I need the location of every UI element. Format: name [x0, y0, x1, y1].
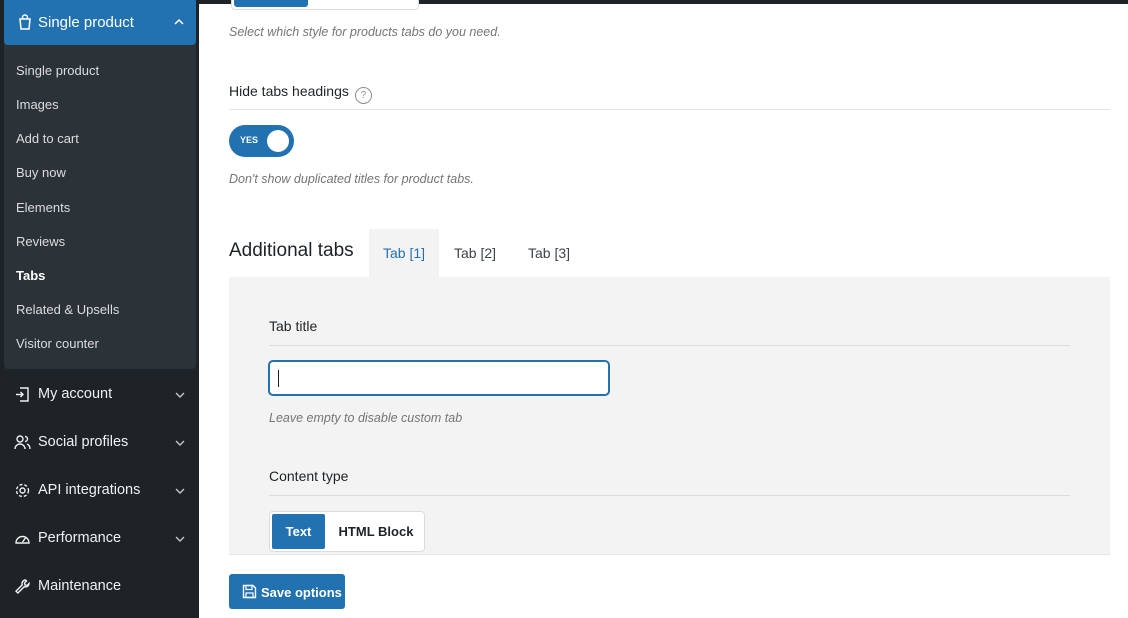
sidebar-item-buy-now[interactable]: Buy now: [16, 165, 66, 180]
sidebar-item-images[interactable]: Images: [16, 97, 59, 112]
sidebar-item-my-account[interactable]: My account: [0, 371, 199, 419]
sidebar-item-visitor-counter[interactable]: Visitor counter: [16, 336, 99, 351]
sidebar-item-add-to-cart[interactable]: Add to cart: [16, 131, 79, 146]
divider: [269, 495, 1070, 496]
tab-title-description: Leave empty to disable custom tab: [269, 411, 463, 425]
gear-icon: [15, 483, 30, 498]
wrench-icon: [15, 579, 30, 594]
sidebar-item-label: My account: [38, 386, 113, 402]
sidebar-item-label: Maintenance: [38, 578, 122, 594]
chevron-down-icon: [175, 440, 185, 446]
additional-tabs-title: Additional tabs: [229, 240, 354, 261]
sidebar-item-label: Performance: [38, 530, 122, 546]
tabs-style-selector[interactable]: [231, 0, 419, 10]
tabs-style-selected-option[interactable]: [234, 0, 308, 7]
toggle-text: YES: [240, 135, 259, 145]
save-options-button[interactable]: Save options: [229, 574, 345, 609]
tabs-style-description: Select which style for products tabs do …: [229, 25, 501, 39]
sidebar-item-tabs[interactable]: Tabs: [16, 268, 45, 283]
sidebar-section-label: Single product: [38, 14, 134, 31]
tab-1[interactable]: Tab [1]: [369, 229, 439, 277]
sidebar-item-label: API integrations: [38, 482, 141, 498]
tab-title-label: Tab title: [269, 318, 318, 334]
divider: [269, 345, 1070, 346]
sidebar-item-elements[interactable]: Elements: [16, 200, 70, 215]
content-type-label: Content type: [269, 468, 349, 484]
chevron-down-icon: [175, 392, 185, 398]
sidebar-item-related-upsells[interactable]: Related & Upsells: [16, 302, 119, 317]
save-options-label: Save options: [261, 585, 342, 600]
sidebar-item-single-product[interactable]: Single product: [16, 63, 99, 78]
content-type-selector: Text HTML Block: [269, 511, 425, 552]
toggle-knob: [267, 130, 289, 152]
users-icon: [14, 435, 31, 450]
chevron-up-icon: [174, 18, 184, 25]
login-icon: [16, 387, 29, 402]
sidebar-item-api-integrations[interactable]: API integrations: [0, 467, 199, 515]
sidebar-item-label: Social profiles: [38, 434, 129, 450]
help-icon[interactable]: ?: [354, 87, 372, 104]
tab-2[interactable]: Tab [2]: [439, 229, 511, 277]
content-type-html-block-option[interactable]: HTML Block: [334, 514, 418, 549]
tab-3[interactable]: Tab [3]: [511, 229, 587, 277]
save-icon: [242, 584, 257, 599]
gauge-icon: [15, 535, 30, 544]
hide-tabs-headings-toggle[interactable]: YES: [229, 125, 294, 157]
sidebar-item-performance[interactable]: Performance: [0, 515, 199, 563]
text-caret: [278, 370, 279, 387]
hide-tabs-headings-description: Don't show duplicated titles for product…: [229, 172, 474, 186]
chevron-down-icon: [175, 488, 185, 494]
chevron-down-icon: [175, 536, 185, 542]
hide-tabs-headings-label: Hide tabs headings?: [229, 83, 372, 104]
tab-title-input[interactable]: [269, 361, 609, 395]
shopping-bag-icon: [19, 14, 31, 30]
content-type-text-option[interactable]: Text: [272, 514, 325, 549]
divider: [229, 109, 1110, 110]
tab-panel: Tab title Leave empty to disable custom …: [229, 277, 1110, 555]
sidebar: Single product Single product Images Add…: [0, 0, 199, 618]
sidebar-section-single-product[interactable]: Single product: [4, 0, 196, 45]
hide-tabs-headings-text: Hide tabs headings: [229, 83, 349, 99]
sidebar-item-social-profiles[interactable]: Social profiles: [0, 419, 199, 467]
main-content: Select which style for products tabs do …: [199, 0, 1128, 618]
sidebar-item-maintenance[interactable]: Maintenance: [0, 563, 199, 611]
sidebar-item-reviews[interactable]: Reviews: [16, 234, 65, 249]
